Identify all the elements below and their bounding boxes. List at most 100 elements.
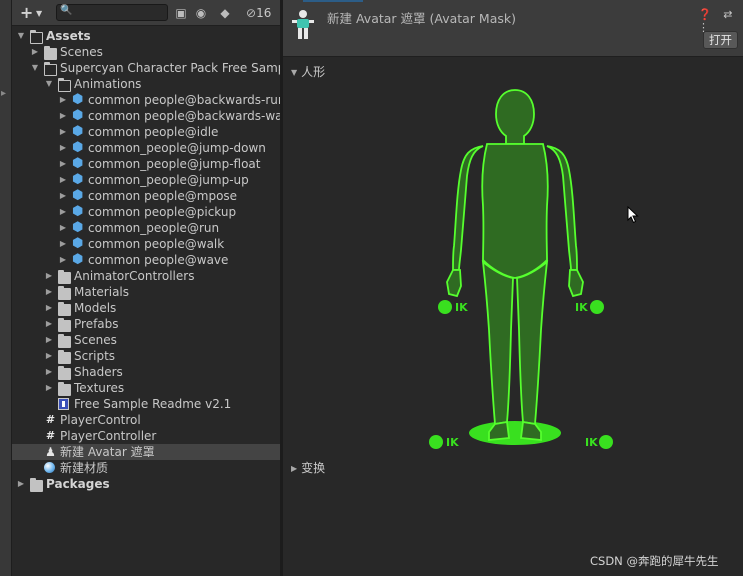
chevron-right-icon[interactable]: ▶ <box>16 476 26 492</box>
chevron-right-icon[interactable]: ▶ <box>44 300 54 316</box>
hidden-packages-toggle[interactable]: ⊘16 <box>246 4 271 22</box>
folder-icon <box>58 350 71 364</box>
tree-item-label: Prefabs <box>74 317 119 331</box>
left-hand-mask-toggle[interactable] <box>446 269 462 298</box>
body-mask-toggle[interactable] <box>481 143 549 279</box>
project-toolbar: + ▼ 🔍 ▣ ◉ ◆ ⊘16 <box>12 0 280 26</box>
chevron-right-icon[interactable]: ▶ <box>44 284 54 300</box>
tree-item[interactable]: ▶ ⬢ common_people@run <box>12 220 280 236</box>
search-by-label-icon[interactable]: ◉ <box>192 4 210 22</box>
open-button[interactable]: 打开 <box>703 31 738 49</box>
tree-item[interactable]: ▶ Scenes <box>12 44 280 60</box>
model-icon: ⬢ <box>72 252 84 267</box>
chevron-right-icon[interactable]: ▶ <box>58 124 68 140</box>
tree-item[interactable]: ▶ ⬢ common people@wave <box>12 252 280 268</box>
add-asset-button[interactable]: + ▼ <box>16 3 46 22</box>
right-leg-mask-toggle[interactable] <box>516 259 549 426</box>
tree-item[interactable]: ▶ Packages <box>12 476 280 492</box>
tree-item-label: PlayerController <box>60 429 157 443</box>
chevron-down-icon[interactable]: ▼ <box>16 28 26 44</box>
tree-item[interactable]: # PlayerController <box>12 428 280 444</box>
tree-item[interactable]: ▶ Textures <box>12 380 280 396</box>
tree-item[interactable]: ▶ ⬢ common people@idle <box>12 124 280 140</box>
right-hand-ik-toggle[interactable] <box>590 300 604 314</box>
chevron-right-icon[interactable]: ▶ <box>44 380 54 396</box>
tree-item[interactable]: ▶ Scripts <box>12 348 280 364</box>
chevron-right-icon[interactable]: ▶ <box>44 364 54 380</box>
tree-item-label: Animations <box>74 77 142 91</box>
chevron-right-icon[interactable]: ▶ <box>44 348 54 364</box>
script-icon: # <box>45 413 56 426</box>
chevron-down-icon[interactable]: ▼ <box>44 76 54 92</box>
tag-icon[interactable]: ◆ <box>216 4 234 22</box>
humanoid-section-header[interactable]: ▼ 人形 <box>291 63 325 80</box>
chevron-right-icon[interactable]: ▶ <box>30 44 40 60</box>
chevron-right-icon[interactable]: ▶ <box>58 172 68 188</box>
tree-item[interactable]: ▶ Shaders <box>12 364 280 380</box>
right-arm-mask-toggle[interactable] <box>546 145 578 271</box>
chevron-right-icon[interactable]: ▶ <box>58 156 68 172</box>
tab-highlight <box>303 0 363 2</box>
folder-icon <box>30 478 43 492</box>
chevron-right-icon[interactable]: ▶ <box>44 332 54 348</box>
chevron-down-icon[interactable]: ▼ <box>30 60 40 76</box>
tree-item[interactable]: ▶ AnimatorControllers <box>12 268 280 284</box>
head-mask-toggle[interactable] <box>495 89 535 145</box>
avatar-mask-icon: ♟ <box>45 445 56 459</box>
tree-item[interactable]: ▶ ⬢ common_people@jump-up <box>12 172 280 188</box>
left-leg-mask-toggle[interactable] <box>481 259 514 426</box>
project-panel: + ▼ 🔍 ▣ ◉ ◆ ⊘16 ▼ Assets ▶ Scenes ▼ Supercyan… <box>12 0 280 576</box>
transform-section-header[interactable]: ▶ 变换 <box>291 459 325 476</box>
tree-item[interactable]: ▼ Animations <box>12 76 280 92</box>
chevron-right-icon[interactable]: ▶ <box>58 252 68 268</box>
tree-item[interactable]: ▶ ⬢ common_people@jump-down <box>12 140 280 156</box>
tree-item-label: common people@idle <box>88 125 219 139</box>
search-input[interactable]: 🔍 <box>56 4 168 21</box>
tree-item[interactable]: ▼ Supercyan Character Pack Free Sample <box>12 60 280 76</box>
chevron-down-icon: ▼ <box>291 68 298 77</box>
model-icon: ⬢ <box>72 172 84 187</box>
chevron-right-icon[interactable]: ▶ <box>44 268 54 284</box>
plus-icon: + <box>19 3 34 22</box>
tree-item[interactable]: ▶ Scenes <box>12 332 280 348</box>
tree-item-label: PlayerControl <box>60 413 141 427</box>
tree-item[interactable]: ▼ Assets <box>12 28 280 44</box>
right-hand-mask-toggle[interactable] <box>568 269 584 298</box>
eye-slash-icon: ⊘ <box>246 6 257 20</box>
tree-item-label: common_people@jump-float <box>88 157 261 171</box>
tree-item[interactable]: 新建材质 <box>12 460 280 476</box>
tree-item[interactable]: ▶ ⬢ common people@walk <box>12 236 280 252</box>
humanoid-body-mask: IK IK IK IK <box>429 89 613 449</box>
chevron-right-icon[interactable]: ▸ <box>1 88 6 99</box>
tree-item[interactable]: ▶ ⬢ common_people@jump-float <box>12 156 280 172</box>
tree-item[interactable]: ▶ ⬢ common people@backwards-walk <box>12 108 280 124</box>
chevron-right-icon[interactable]: ▶ <box>58 236 68 252</box>
tree-item[interactable]: ▶ ⬢ common people@mpose <box>12 188 280 204</box>
tree-item[interactable]: ▶ Materials <box>12 284 280 300</box>
chevron-right-icon[interactable]: ▶ <box>58 92 68 108</box>
right-foot-ik-label: IK <box>585 436 598 449</box>
left-arm-mask-toggle[interactable] <box>452 145 484 271</box>
chevron-right-icon[interactable]: ▶ <box>58 204 68 220</box>
chevron-right-icon[interactable]: ▶ <box>58 220 68 236</box>
tree-item[interactable]: ▶ Models <box>12 300 280 316</box>
avatar-mask-icon <box>292 10 314 39</box>
material-icon <box>44 462 55 473</box>
tree-item[interactable]: ▶ ⬢ common people@pickup <box>12 204 280 220</box>
left-hand-ik-toggle[interactable] <box>438 300 452 314</box>
chevron-right-icon[interactable]: ▶ <box>58 108 68 124</box>
tree-item[interactable]: ▶ ⬢ common people@backwards-run <box>12 92 280 108</box>
root-mask-toggle[interactable] <box>469 421 561 445</box>
search-by-type-icon[interactable]: ▣ <box>172 4 190 22</box>
model-icon: ⬢ <box>72 220 84 235</box>
right-foot-ik-toggle[interactable] <box>599 435 613 449</box>
chevron-right-icon[interactable]: ▶ <box>44 316 54 332</box>
tree-item[interactable]: # PlayerControl <box>12 412 280 428</box>
tree-item[interactable]: ♟ 新建 Avatar 遮罩 <box>12 444 280 460</box>
chevron-right-icon[interactable]: ▶ <box>58 188 68 204</box>
tree-item[interactable]: ▶ Prefabs <box>12 316 280 332</box>
chevron-right-icon[interactable]: ▶ <box>58 140 68 156</box>
left-foot-ik-toggle[interactable] <box>429 435 443 449</box>
tree-item[interactable]: Free Sample Readme v2.1 <box>12 396 280 412</box>
watermark: CSDN @奔跑的犀牛先生 <box>590 554 719 568</box>
